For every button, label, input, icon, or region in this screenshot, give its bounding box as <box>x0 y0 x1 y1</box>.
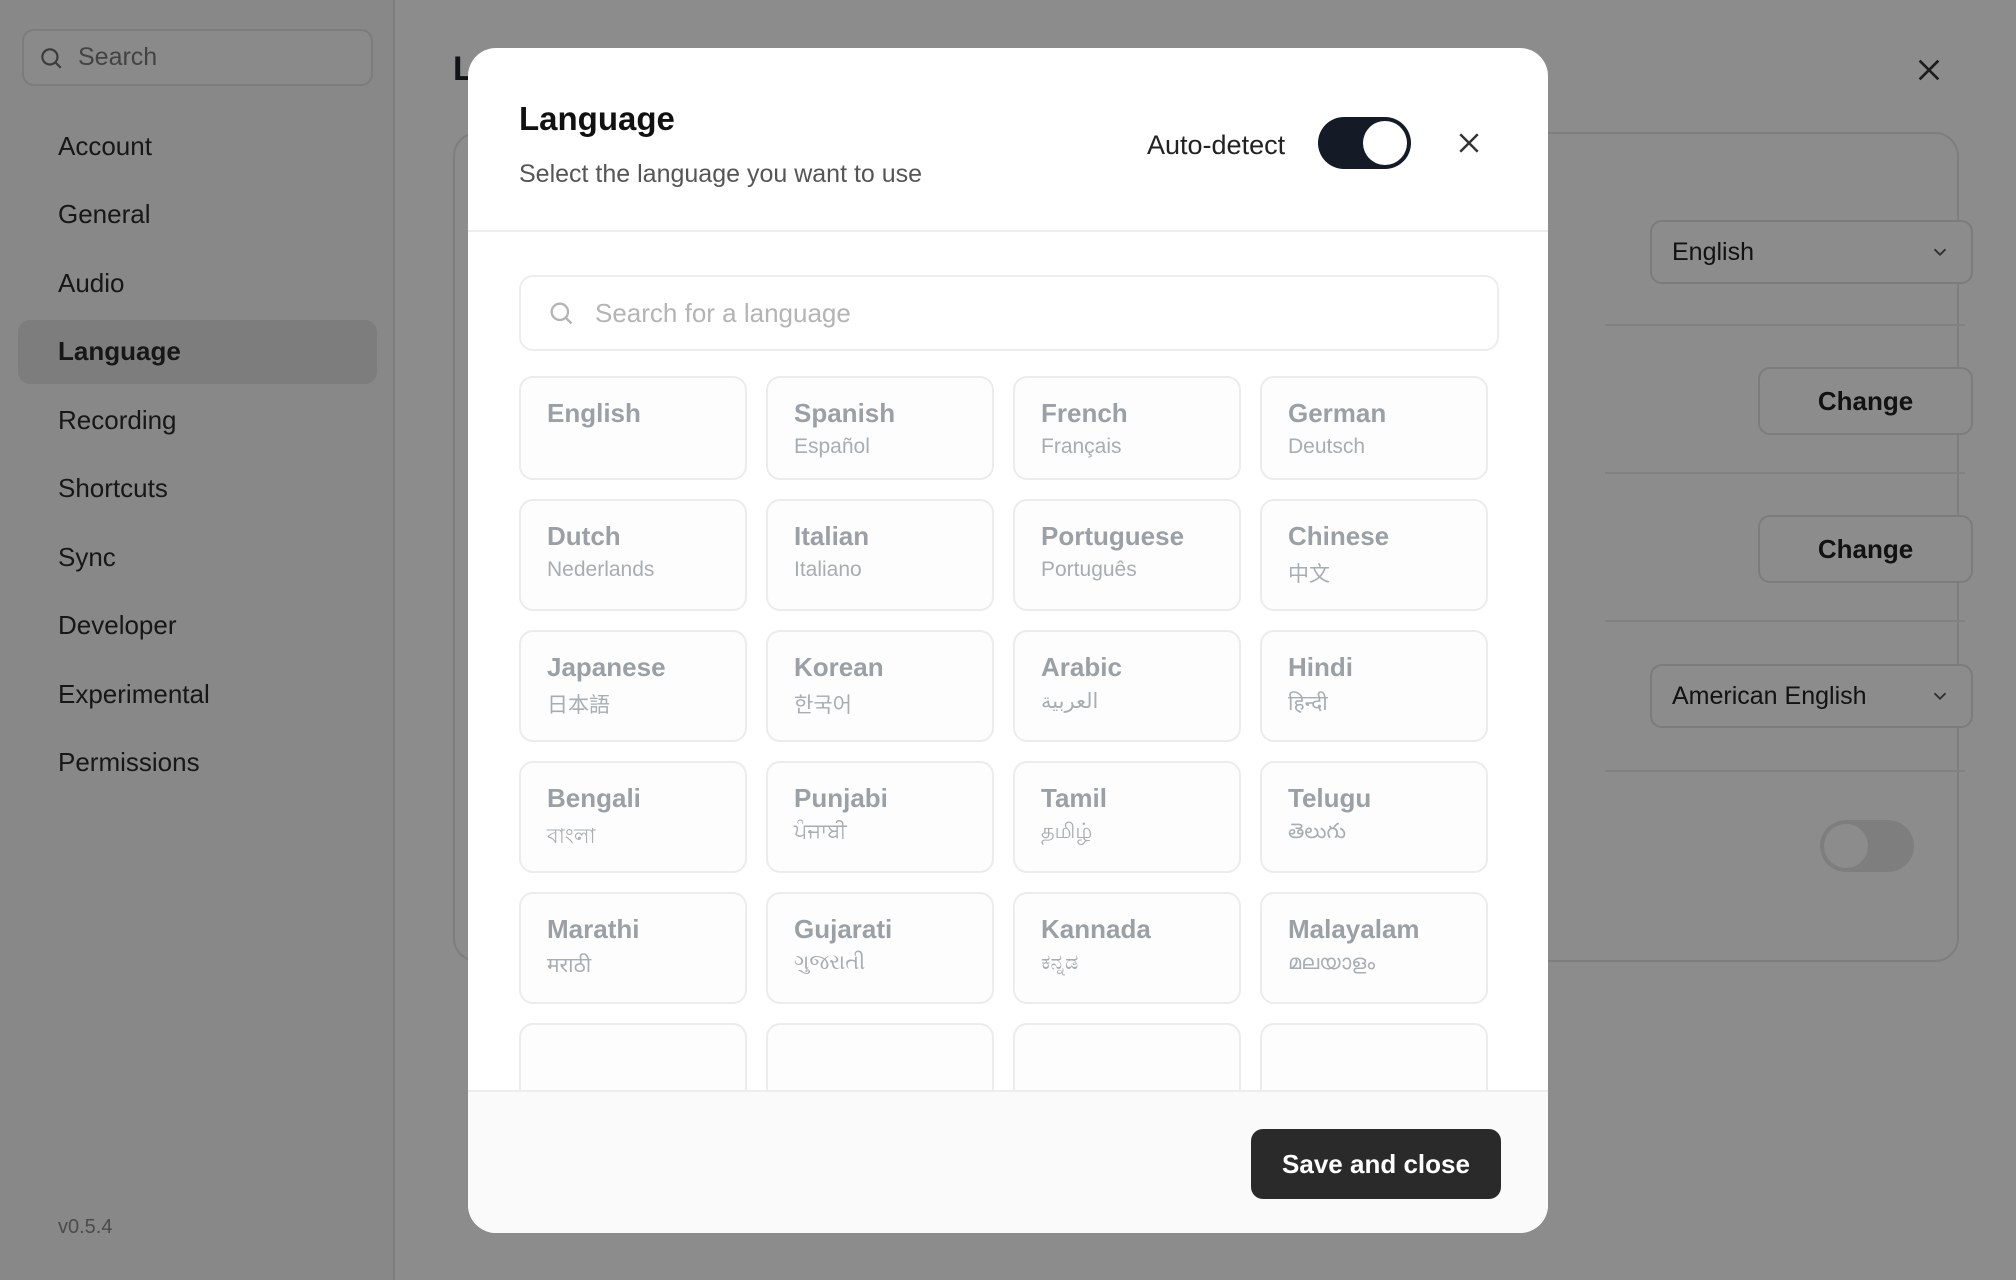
language-native-name: मराठी <box>547 954 592 977</box>
toggle-knob <box>1363 121 1407 165</box>
dialog-subtitle: Select the language you want to use <box>519 160 923 188</box>
language-name: Hindi <box>1288 652 1353 682</box>
language-tile-french[interactable]: French Français <box>1013 376 1241 480</box>
language-tile-spanish[interactable]: Spanish Español <box>766 376 994 480</box>
language-native-name: 한국어 <box>794 694 852 717</box>
language-native-name: മലയാളം <box>1288 951 1376 974</box>
language-tile-gujarati[interactable]: Gujarati ગુજરાતી <box>766 892 994 1004</box>
language-tile-portuguese[interactable]: Portuguese Português <box>1013 499 1241 611</box>
language-name: Italian <box>794 521 870 551</box>
language-tile-hindi[interactable]: Hindi हिन्दी <box>1260 630 1488 742</box>
language-native-name: ਪੰਜਾਬੀ <box>794 820 847 843</box>
language-native-name: Français <box>1041 435 1122 458</box>
language-native-name: ಕನ್ನಡ <box>1041 951 1079 974</box>
language-tile-english[interactable]: English <box>519 376 747 480</box>
language-name: Chinese <box>1288 521 1390 551</box>
autodetect-label: Auto-detect <box>1147 130 1286 160</box>
language-tile-chinese[interactable]: Chinese 中文 <box>1260 499 1488 611</box>
language-grid: English Spanish Español French Français Ge… <box>519 376 1499 1096</box>
language-name: Punjabi <box>794 783 888 813</box>
dialog-footer: Save and close <box>468 1090 1548 1233</box>
language-name: English <box>547 398 641 428</box>
dialog-header: Language Select the language you want to… <box>468 48 1548 232</box>
language-native-name: தமிழ் <box>1041 820 1093 843</box>
language-name: Portuguese <box>1041 521 1185 551</box>
language-search-placeholder: Search for a language <box>595 297 851 328</box>
language-name: Japanese <box>547 652 666 682</box>
language-tile-marathi[interactable]: Marathi मराठी <box>519 892 747 1004</box>
language-native-name: Deutsch <box>1288 435 1366 458</box>
language-name: Malayalam <box>1288 914 1420 944</box>
language-tile-punjabi[interactable]: Punjabi ਪੰਜਾਬੀ <box>766 761 994 873</box>
language-name: Marathi <box>547 914 640 944</box>
language-tile[interactable] <box>766 1023 994 1096</box>
language-dialog: Language Select the language you want to… <box>468 48 1548 1233</box>
language-search-input[interactable]: Search for a language <box>519 275 1499 351</box>
search-icon <box>550 302 573 325</box>
language-name: Dutch <box>547 521 621 551</box>
language-tile-malayalam[interactable]: Malayalam മലയാളം <box>1260 892 1488 1004</box>
language-name: Gujarati <box>794 914 893 944</box>
language-tile[interactable] <box>519 1023 747 1096</box>
language-native-name: Italiano <box>794 558 862 581</box>
language-name: Tamil <box>1041 783 1107 813</box>
language-tile-bengali[interactable]: Bengali বাংলা <box>519 761 747 873</box>
language-tile-telugu[interactable]: Telugu తెలుగు <box>1260 761 1488 873</box>
language-tile-dutch[interactable]: Dutch Nederlands <box>519 499 747 611</box>
language-name: German <box>1288 398 1387 428</box>
language-native-name: 日本語 <box>547 694 610 717</box>
language-native-name: Português <box>1041 558 1137 581</box>
language-tile-korean[interactable]: Korean 한국어 <box>766 630 994 742</box>
language-name: French <box>1041 398 1128 428</box>
language-native-name: తెలుగు <box>1288 820 1347 843</box>
autodetect-toggle[interactable] <box>1318 117 1411 169</box>
language-name: Bengali <box>547 783 641 813</box>
language-tile-japanese[interactable]: Japanese 日本語 <box>519 630 747 742</box>
language-native-name: العربية <box>1041 690 1099 713</box>
language-native-name: 中文 <box>1288 563 1330 586</box>
language-native-name: हिन्दी <box>1288 692 1328 715</box>
language-grid-scroll[interactable]: English Spanish Español French Français Ge… <box>519 376 1499 1096</box>
language-native-name: ગુજરાતી <box>794 951 866 974</box>
language-tile-tamil[interactable]: Tamil தமிழ் <box>1013 761 1241 873</box>
save-and-close-button[interactable]: Save and close <box>1251 1129 1501 1199</box>
language-native-name: Español <box>794 435 870 458</box>
language-name: Telugu <box>1288 783 1372 813</box>
language-native-name: বাংলা <box>547 825 596 848</box>
language-name: Korean <box>794 652 884 682</box>
language-native-name: Nederlands <box>547 558 655 581</box>
language-tile[interactable] <box>1013 1023 1241 1096</box>
language-tile[interactable] <box>1260 1023 1488 1096</box>
language-tile-german[interactable]: German Deutsch <box>1260 376 1488 480</box>
language-tile-kannada[interactable]: Kannada ಕನ್ನಡ <box>1013 892 1241 1004</box>
language-name: Spanish <box>794 398 896 428</box>
close-icon[interactable] <box>1454 128 1484 158</box>
language-tile-arabic[interactable]: Arabic العربية <box>1013 630 1241 742</box>
language-name: Kannada <box>1041 914 1151 944</box>
dialog-title: Language <box>519 100 675 137</box>
language-tile-italian[interactable]: Italian Italiano <box>766 499 994 611</box>
language-name: Arabic <box>1041 652 1122 682</box>
